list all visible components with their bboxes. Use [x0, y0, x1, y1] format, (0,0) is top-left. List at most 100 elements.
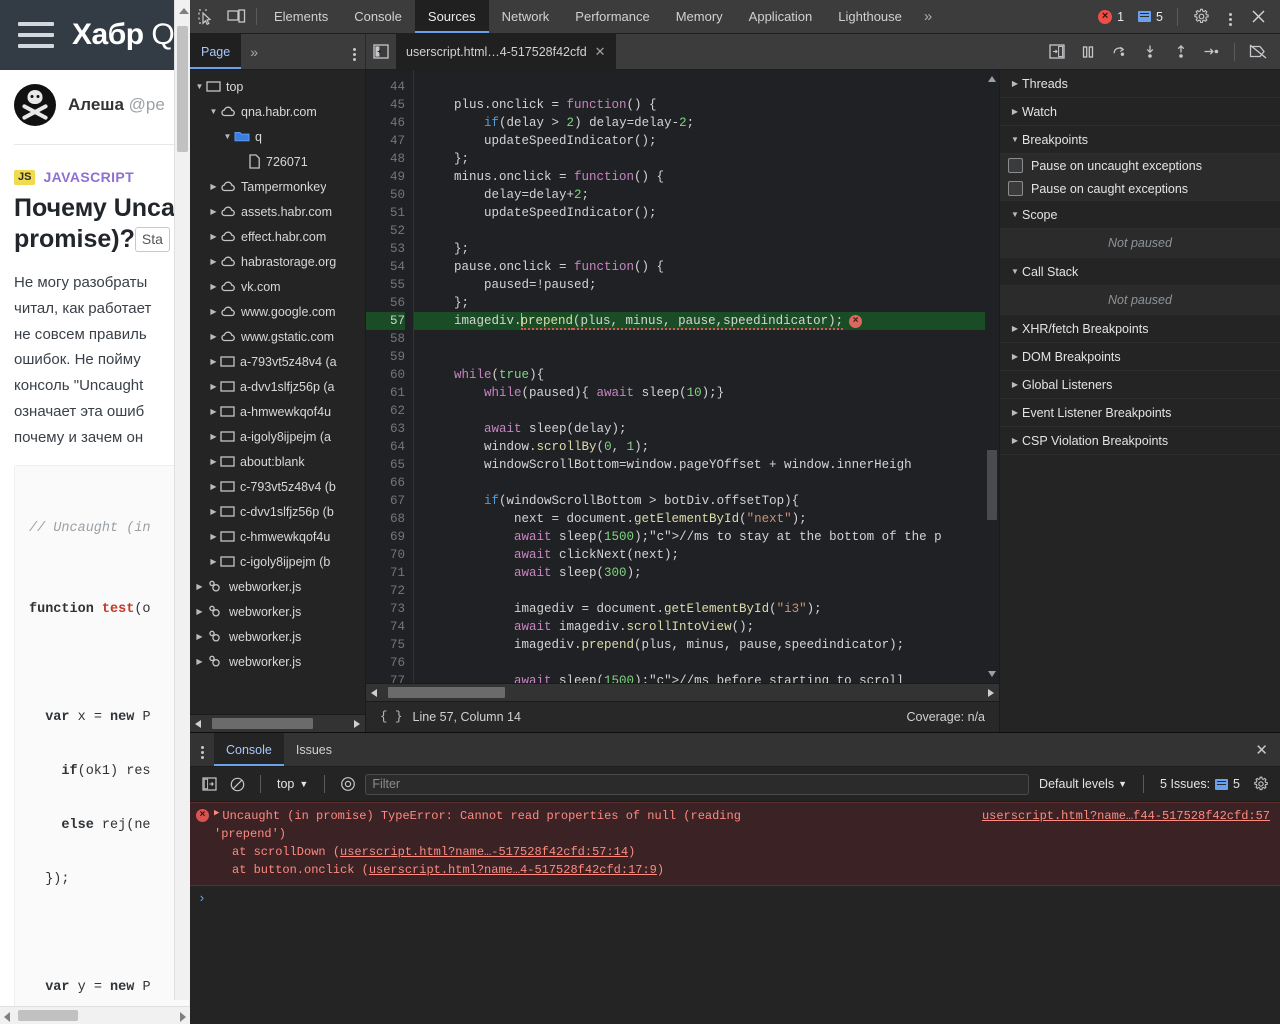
- code-line[interactable]: await sleep(300);: [414, 564, 999, 582]
- tab-application[interactable]: Application: [736, 0, 826, 33]
- code-line[interactable]: plus.onclick = function() {: [414, 96, 999, 114]
- gear-icon[interactable]: [1186, 8, 1217, 25]
- code-line[interactable]: imagediv.prepend(plus, minus, pause,spee…: [414, 312, 999, 330]
- tree-item[interactable]: ▶ c-793vt5z48v4 (b: [190, 474, 365, 499]
- chevron-right-icon[interactable]: ▶: [208, 457, 219, 466]
- chevron-right-icon[interactable]: ▶: [208, 257, 219, 266]
- chevron-right-icon[interactable]: ▶: [194, 582, 205, 591]
- code-line[interactable]: window.scrollBy(0, 1);: [414, 438, 999, 456]
- chevron-right-icon[interactable]: ▶: [208, 232, 219, 241]
- tree-item[interactable]: ▶ c-dvv1slfjz56p (b: [190, 499, 365, 524]
- line-number[interactable]: 73: [366, 600, 405, 618]
- tree-item[interactable]: ▶ assets.habr.com: [190, 199, 365, 224]
- close-icon[interactable]: ✕: [1243, 733, 1280, 766]
- section-event-listener-breakpoints[interactable]: ▶ Event Listener Breakpoints: [1000, 399, 1280, 427]
- file-tree[interactable]: ▼ top ▼ qna.habr.com ▼ q 726071 ▶ Tampermonkey ▶ a…: [190, 70, 365, 714]
- chevron-right-icon[interactable]: ▶: [208, 532, 219, 541]
- close-icon[interactable]: [1243, 9, 1274, 24]
- toggle-debugger-sidebar-icon[interactable]: [1042, 39, 1071, 65]
- line-number[interactable]: 47: [366, 132, 405, 150]
- line-number[interactable]: 62: [366, 402, 405, 420]
- line-number[interactable]: 70: [366, 546, 405, 564]
- line-number[interactable]: 61: [366, 384, 405, 402]
- chevron-right-icon[interactable]: ▶: [208, 432, 219, 441]
- code-line[interactable]: [414, 222, 999, 240]
- line-number[interactable]: 48: [366, 150, 405, 168]
- tab-network[interactable]: Network: [489, 0, 563, 33]
- scroll-down-icon[interactable]: [988, 671, 996, 677]
- tree-item[interactable]: ▶ c-igoly8ijpejm (b: [190, 549, 365, 574]
- code-line[interactable]: await imagediv.scrollIntoView();: [414, 618, 999, 636]
- scroll-thumb[interactable]: [987, 450, 997, 520]
- line-number[interactable]: 76: [366, 654, 405, 672]
- scroll-thumb[interactable]: [177, 26, 188, 152]
- step-out-icon[interactable]: [1166, 39, 1195, 65]
- console-output[interactable]: × ▶ Uncaught (in promise) TypeError: Can…: [190, 802, 1280, 1024]
- section-csp-violation-breakpoints[interactable]: ▶ CSP Violation Breakpoints: [1000, 427, 1280, 455]
- code-line[interactable]: if(windowScrollBottom > botDiv.offsetTop…: [414, 492, 999, 510]
- scroll-right-icon[interactable]: [354, 720, 360, 728]
- scroll-up-icon[interactable]: [988, 76, 996, 82]
- question-tag[interactable]: JS JAVASCRIPT: [0, 145, 190, 185]
- section-threads[interactable]: ▶ Threads: [1000, 70, 1280, 98]
- stack-frame-link[interactable]: userscript.html?name…-517528f42cfd:57:14: [340, 845, 628, 859]
- scroll-right-icon[interactable]: [180, 1012, 186, 1022]
- code-line[interactable]: };: [414, 240, 999, 258]
- chevron-right-icon[interactable]: ▶: [208, 282, 219, 291]
- live-expression-icon[interactable]: [337, 773, 359, 795]
- pretty-print-icon[interactable]: { }: [380, 710, 403, 724]
- scroll-left-icon[interactable]: [195, 720, 201, 728]
- code-line[interactable]: [414, 402, 999, 420]
- line-number[interactable]: 77: [366, 672, 405, 683]
- chevron-right-icon[interactable]: ▶: [208, 182, 219, 191]
- tree-item[interactable]: ▶ webworker.js: [190, 649, 365, 674]
- scroll-thumb[interactable]: [388, 687, 505, 698]
- section-watch[interactable]: ▶ Watch: [1000, 98, 1280, 126]
- code-line[interactable]: updateSpeedIndicator();: [414, 132, 999, 150]
- code-line[interactable]: await clickNext(next);: [414, 546, 999, 564]
- scroll-left-icon[interactable]: [371, 689, 377, 697]
- code-line[interactable]: };: [414, 150, 999, 168]
- line-number[interactable]: 53: [366, 240, 405, 258]
- tree-item[interactable]: ▶ www.google.com: [190, 299, 365, 324]
- console-error-message[interactable]: × ▶ Uncaught (in promise) TypeError: Can…: [190, 802, 1280, 886]
- tree-item[interactable]: ▶ Tampermonkey: [190, 174, 365, 199]
- line-number[interactable]: 74: [366, 618, 405, 636]
- code-line[interactable]: [414, 330, 999, 348]
- deactivate-breakpoints-icon[interactable]: [1243, 39, 1272, 65]
- pause-on-caught-exceptions-row[interactable]: Pause on caught exceptions: [1000, 177, 1280, 200]
- line-number[interactable]: 57: [366, 312, 405, 330]
- chevron-right-icon[interactable]: ▶: [208, 357, 219, 366]
- section-dom-breakpoints[interactable]: ▶ DOM Breakpoints: [1000, 343, 1280, 371]
- code-line[interactable]: next = document.getElementById("next");: [414, 510, 999, 528]
- chevron-right-icon[interactable]: ▶: [208, 382, 219, 391]
- chevron-right-icon[interactable]: ▶: [208, 332, 219, 341]
- editor-horizontal-scrollbar[interactable]: [366, 683, 999, 701]
- code-line[interactable]: [414, 582, 999, 600]
- tree-item[interactable]: ▶ a-igoly8ijpejm (a: [190, 424, 365, 449]
- warning-count-badge[interactable]: 5: [1132, 10, 1169, 24]
- execution-context-selector[interactable]: top ▼: [273, 777, 312, 791]
- navigator-options-icon[interactable]: [343, 34, 365, 69]
- tree-item[interactable]: ▼ top: [190, 74, 365, 99]
- tab-memory[interactable]: Memory: [663, 0, 736, 33]
- navigator-horizontal-scrollbar[interactable]: [190, 714, 365, 732]
- expand-triangle-icon[interactable]: ▶: [214, 807, 219, 821]
- line-number[interactable]: 67: [366, 492, 405, 510]
- chevron-right-icon[interactable]: ▶: [208, 482, 219, 491]
- console-prompt[interactable]: ›: [190, 886, 1280, 911]
- chevron-right-icon[interactable]: ▶: [208, 507, 219, 516]
- close-icon[interactable]: ✕: [595, 44, 606, 60]
- error-source-link[interactable]: userscript.html?name…f44-517528f42cfd:57: [982, 807, 1270, 825]
- tree-item[interactable]: ▶ c-hmwewkqof4u: [190, 524, 365, 549]
- line-number[interactable]: 68: [366, 510, 405, 528]
- line-number[interactable]: 49: [366, 168, 405, 186]
- section-xhr-breakpoints[interactable]: ▶ XHR/fetch Breakpoints: [1000, 315, 1280, 343]
- question-author[interactable]: Алеша @pe: [0, 70, 190, 140]
- line-number[interactable]: 44: [366, 78, 405, 96]
- editor-vertical-scrollbar[interactable]: [985, 70, 999, 683]
- scroll-up-icon[interactable]: [179, 8, 189, 14]
- code-line[interactable]: [414, 78, 999, 96]
- line-number[interactable]: 52: [366, 222, 405, 240]
- chevron-down-icon[interactable]: ▼: [222, 132, 233, 141]
